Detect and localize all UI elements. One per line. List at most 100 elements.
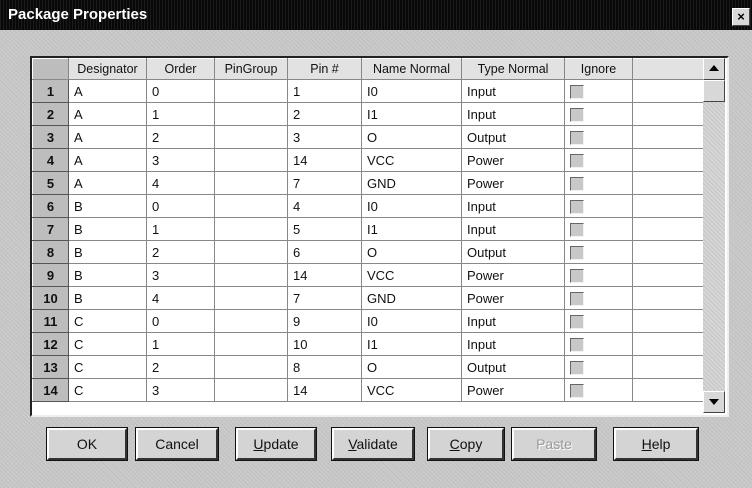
close-icon[interactable]: × xyxy=(732,8,750,26)
column-header[interactable]: Pin # xyxy=(287,58,362,80)
cell-name[interactable]: VCC xyxy=(361,378,462,402)
cell-type[interactable]: Power xyxy=(461,263,565,287)
cell-designator[interactable]: B xyxy=(68,263,147,287)
update-button[interactable]: Update xyxy=(236,428,316,460)
cell-order[interactable]: 0 xyxy=(146,79,215,103)
row-number[interactable]: 12 xyxy=(32,332,69,356)
cell-type[interactable]: Input xyxy=(461,217,565,241)
cell-order[interactable]: 3 xyxy=(146,263,215,287)
cancel-button[interactable]: Cancel xyxy=(136,428,218,460)
table-row[interactable]: 7 B 1 5 I1 Input xyxy=(32,217,704,241)
cell-order[interactable]: 3 xyxy=(146,378,215,402)
cell-pingroup[interactable] xyxy=(214,194,288,218)
row-number[interactable]: 4 xyxy=(32,148,69,172)
column-header[interactable]: Type Normal xyxy=(461,58,565,80)
cell-name[interactable]: VCC xyxy=(361,148,462,172)
cell-name[interactable]: I1 xyxy=(361,217,462,241)
cell-name[interactable]: I1 xyxy=(361,332,462,356)
table-row[interactable]: 5 A 4 7 GND Power xyxy=(32,171,704,195)
scroll-up-button[interactable] xyxy=(703,58,725,80)
cell-type[interactable]: Power xyxy=(461,286,565,310)
ignore-checkbox[interactable] xyxy=(570,337,584,352)
table-row[interactable]: 3 A 2 3 O Output xyxy=(32,125,704,149)
row-number[interactable]: 13 xyxy=(32,355,69,379)
table-row[interactable]: 2 A 1 2 I1 Input xyxy=(32,102,704,126)
cell-pin[interactable]: 9 xyxy=(287,309,362,333)
cell-pin[interactable]: 2 xyxy=(287,102,362,126)
cell-order[interactable]: 2 xyxy=(146,125,215,149)
cell-order[interactable]: 1 xyxy=(146,102,215,126)
cell-pingroup[interactable] xyxy=(214,332,288,356)
table-row[interactable]: 6 B 0 4 I0 Input xyxy=(32,194,704,218)
cell-name[interactable]: I1 xyxy=(361,102,462,126)
scroll-down-button[interactable] xyxy=(703,391,725,413)
copy-button[interactable]: Copy xyxy=(428,428,504,460)
cell-name[interactable]: GND xyxy=(361,286,462,310)
row-number[interactable]: 10 xyxy=(32,286,69,310)
row-number[interactable]: 11 xyxy=(32,309,69,333)
ignore-checkbox[interactable] xyxy=(570,153,584,168)
cell-order[interactable]: 2 xyxy=(146,240,215,264)
cell-order[interactable]: 2 xyxy=(146,355,215,379)
ignore-checkbox[interactable] xyxy=(570,222,584,237)
cell-pin[interactable]: 4 xyxy=(287,194,362,218)
table-row[interactable]: 11 C 0 9 I0 Input xyxy=(32,309,704,333)
cell-type[interactable]: Output xyxy=(461,125,565,149)
table-row[interactable]: 14 C 3 14 VCC Power xyxy=(32,378,704,402)
cell-designator[interactable]: C xyxy=(68,355,147,379)
vertical-scrollbar[interactable] xyxy=(703,58,725,413)
cell-order[interactable]: 4 xyxy=(146,171,215,195)
cell-pingroup[interactable] xyxy=(214,148,288,172)
cell-pingroup[interactable] xyxy=(214,263,288,287)
cell-name[interactable]: GND xyxy=(361,171,462,195)
cell-type[interactable]: Output xyxy=(461,240,565,264)
cell-pin[interactable]: 6 xyxy=(287,240,362,264)
cell-designator[interactable]: C xyxy=(68,332,147,356)
cell-pin[interactable]: 3 xyxy=(287,125,362,149)
cell-type[interactable]: Power xyxy=(461,171,565,195)
row-number[interactable]: 3 xyxy=(32,125,69,149)
cell-name[interactable]: VCC xyxy=(361,263,462,287)
cell-designator[interactable]: B xyxy=(68,217,147,241)
cell-pin[interactable]: 14 xyxy=(287,263,362,287)
cell-designator[interactable]: A xyxy=(68,102,147,126)
help-button[interactable]: Help xyxy=(614,428,698,460)
ignore-checkbox[interactable] xyxy=(570,245,584,260)
column-header[interactable]: Name Normal xyxy=(361,58,462,80)
ignore-checkbox[interactable] xyxy=(570,84,584,99)
cell-pin[interactable]: 8 xyxy=(287,355,362,379)
column-header[interactable]: Order xyxy=(146,58,215,80)
ignore-checkbox[interactable] xyxy=(570,199,584,214)
cell-name[interactable]: I0 xyxy=(361,309,462,333)
ignore-checkbox[interactable] xyxy=(570,360,584,375)
cell-name[interactable]: I0 xyxy=(361,79,462,103)
cell-name[interactable]: O xyxy=(361,240,462,264)
ok-button[interactable]: OK xyxy=(47,428,127,460)
cell-designator[interactable]: C xyxy=(68,309,147,333)
cell-type[interactable]: Input xyxy=(461,309,565,333)
cell-pingroup[interactable] xyxy=(214,171,288,195)
scroll-thumb[interactable] xyxy=(703,80,725,102)
cell-pingroup[interactable] xyxy=(214,79,288,103)
cell-pin[interactable]: 14 xyxy=(287,148,362,172)
cell-designator[interactable]: B xyxy=(68,194,147,218)
ignore-checkbox[interactable] xyxy=(570,314,584,329)
cell-pin[interactable]: 7 xyxy=(287,286,362,310)
row-number[interactable]: 2 xyxy=(32,102,69,126)
table-row[interactable]: 4 A 3 14 VCC Power xyxy=(32,148,704,172)
cell-pingroup[interactable] xyxy=(214,102,288,126)
ignore-checkbox[interactable] xyxy=(570,383,584,398)
table-row[interactable]: 1 A 0 1 I0 Input xyxy=(32,79,704,103)
cell-order[interactable]: 0 xyxy=(146,309,215,333)
ignore-checkbox[interactable] xyxy=(570,130,584,145)
cell-order[interactable]: 3 xyxy=(146,148,215,172)
cell-pingroup[interactable] xyxy=(214,309,288,333)
row-number[interactable]: 5 xyxy=(32,171,69,195)
cell-type[interactable]: Input xyxy=(461,194,565,218)
ignore-checkbox[interactable] xyxy=(570,107,584,122)
cell-designator[interactable]: A xyxy=(68,79,147,103)
cell-type[interactable]: Input xyxy=(461,102,565,126)
cell-order[interactable]: 1 xyxy=(146,217,215,241)
row-number[interactable]: 8 xyxy=(32,240,69,264)
cell-pin[interactable]: 14 xyxy=(287,378,362,402)
